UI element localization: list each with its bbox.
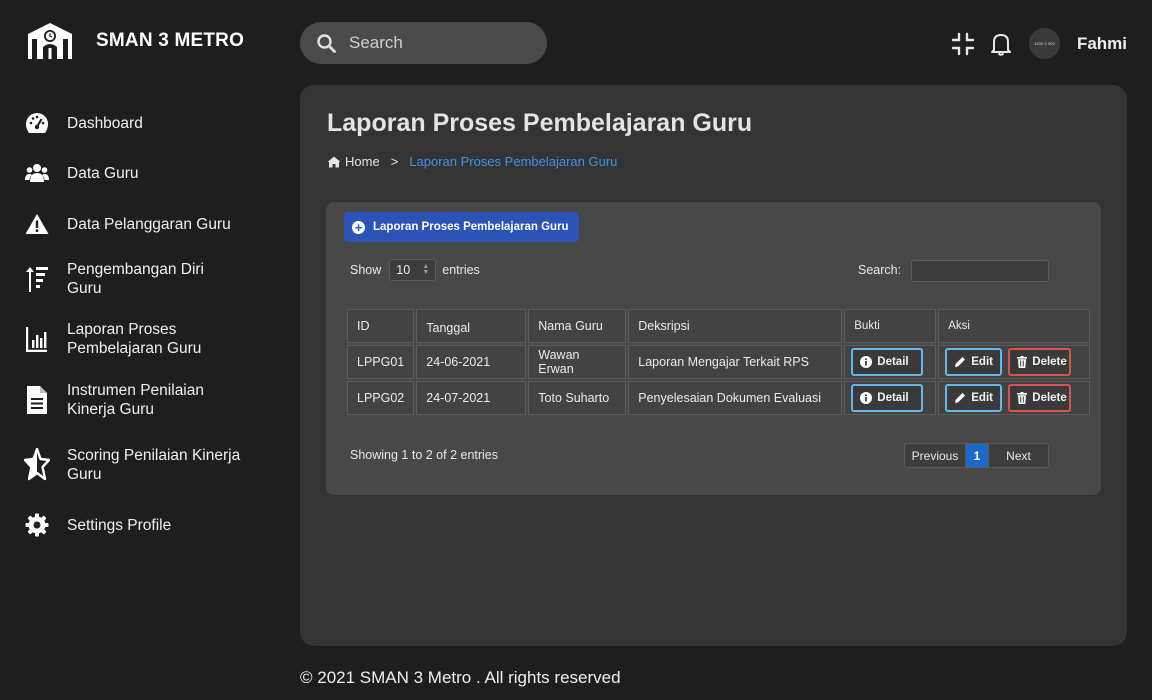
- compress-icon[interactable]: [950, 31, 976, 57]
- pagination-previous[interactable]: Previous: [905, 444, 966, 467]
- cell-nama-guru: Toto Suharto: [528, 381, 627, 415]
- brand-name: SMAN 3 METRO: [96, 30, 245, 51]
- document-icon: [24, 386, 50, 414]
- show-label: Show: [350, 263, 382, 277]
- pencil-icon: [954, 356, 966, 368]
- table-search-label: Search:: [858, 263, 902, 277]
- dashboard-gauge-icon: [24, 109, 50, 137]
- entries-label: entries: [442, 263, 480, 277]
- entries-select-value: 10: [396, 263, 411, 277]
- cell-nama-guru: Wawan Erwan: [528, 345, 627, 379]
- warning-icon: [24, 210, 50, 238]
- cell-tanggal: 24-06-2021: [416, 345, 527, 379]
- sort-amount-up-icon: [24, 265, 50, 293]
- delete-button[interactable]: Delete: [1008, 384, 1072, 412]
- entries-select[interactable]: 10 ▲ ▼: [389, 259, 437, 281]
- search-input[interactable]: Search: [300, 22, 547, 64]
- school-logo-icon: [28, 23, 72, 59]
- topbar-actions: 1200 X 900 Fahmi: [950, 28, 1127, 59]
- gear-icon: [24, 511, 50, 539]
- footer-copyright: © 2021 SMAN 3 Metro . All rights reserve…: [300, 668, 621, 687]
- users-icon: [24, 159, 50, 187]
- cell-aksi: Edit Delete: [938, 345, 1091, 379]
- username[interactable]: Fahmi: [1077, 34, 1127, 54]
- bell-icon[interactable]: [988, 31, 1014, 57]
- sidebar-item-dashboard[interactable]: Dashboard: [24, 109, 242, 137]
- cell-bukti: Detail: [844, 345, 937, 379]
- breadcrumb-current[interactable]: Laporan Proses Pembelajaran Guru: [409, 154, 617, 169]
- cell-deskripsi: Penyelesaian Dokumen Evaluasi: [628, 381, 843, 415]
- search-placeholder: Search: [349, 33, 403, 52]
- entries-length-control: Show 10 ▲ ▼ entries: [350, 259, 480, 281]
- column-header-bukti[interactable]: Bukti: [844, 309, 937, 343]
- trash-icon: [1017, 392, 1028, 404]
- avatar[interactable]: 1200 X 900: [1028, 28, 1060, 59]
- column-header-nama-guru[interactable]: Nama Guru: [528, 309, 627, 343]
- cell-tanggal: 24-07-2021: [416, 381, 527, 415]
- table-info: Showing 1 to 2 of 2 entries: [350, 448, 499, 462]
- table-row: LPPG02 24-07-2021 Toto Suharto Penyelesa…: [347, 381, 1091, 415]
- add-report-label: Laporan Proses Pembelajaran Guru: [373, 221, 569, 233]
- info-circle-icon: [860, 356, 873, 368]
- bar-chart-icon: [24, 325, 50, 353]
- sidebar-item-settings-profile[interactable]: Settings Profile: [24, 511, 242, 539]
- detail-button[interactable]: Detail: [851, 348, 924, 376]
- table-row: LPPG01 24-06-2021 Wawan Erwan Laporan Me…: [347, 345, 1091, 379]
- sidebar-item-data-guru[interactable]: Data Guru: [24, 159, 242, 187]
- edit-button[interactable]: Edit: [945, 384, 1003, 412]
- table-search-input[interactable]: [911, 260, 1049, 282]
- cell-id: LPPG01: [347, 345, 415, 379]
- plus-circle-icon: +: [352, 220, 365, 234]
- sidebar-item-pengembangan-diri-guru[interactable]: Pengembangan Diri Guru: [24, 260, 242, 298]
- breadcrumb: Home > Laporan Proses Pembelajaran Guru: [327, 154, 617, 169]
- column-header-tanggal[interactable]: Tanggal: [416, 309, 527, 343]
- report-table: ID Tanggal Nama Guru Deksripsi Bukti Aks…: [345, 307, 1092, 417]
- cell-aksi: Edit Delete: [938, 381, 1091, 415]
- page-title: Laporan Proses Pembelajaran Guru: [327, 109, 753, 137]
- detail-button[interactable]: Detail: [851, 384, 924, 412]
- column-header-id[interactable]: ID: [347, 309, 415, 343]
- pagination-next[interactable]: Next: [988, 444, 1048, 467]
- pencil-icon: [954, 392, 966, 404]
- report-card: + Laporan Proses Pembelajaran Guru Show …: [326, 202, 1101, 495]
- trash-icon: [1017, 356, 1028, 368]
- sidebar-item-instrumen-penilaian-kinerja-guru[interactable]: Instrumen Penilaian Kinerja Guru: [24, 381, 242, 419]
- info-circle-icon: [860, 392, 873, 404]
- column-header-aksi[interactable]: Aksi: [938, 309, 1091, 343]
- edit-button[interactable]: Edit: [945, 348, 1003, 376]
- home-icon: [327, 156, 341, 167]
- cell-deskripsi: Laporan Mengajar Terkait RPS: [628, 345, 843, 379]
- search-icon: [317, 33, 336, 53]
- pagination-page-1[interactable]: 1: [966, 444, 988, 467]
- brand[interactable]: SMAN 3 METRO: [26, 22, 244, 60]
- add-report-button[interactable]: + Laporan Proses Pembelajaran Guru: [344, 212, 579, 242]
- breadcrumb-separator: >: [390, 154, 399, 169]
- sidebar-item-scoring-penilaian-kinerja-guru[interactable]: Scoring Penilaian Kinerja Guru: [24, 446, 242, 484]
- sort-arrows-icon: ▲ ▼: [422, 263, 430, 276]
- star-half-icon: [24, 448, 50, 481]
- pagination: Previous 1 Next: [904, 443, 1049, 468]
- main-panel: Laporan Proses Pembelajaran Guru Home > …: [300, 85, 1127, 646]
- breadcrumb-home[interactable]: Home: [345, 154, 380, 169]
- delete-button[interactable]: Delete: [1008, 348, 1072, 376]
- cell-id: LPPG02: [347, 381, 415, 415]
- cell-bukti: Detail: [844, 381, 937, 415]
- column-header-deskripsi[interactable]: Deksripsi: [628, 309, 843, 343]
- sidebar-item-laporan-proses-pembelajaran-guru[interactable]: Laporan Proses Pembelajaran Guru: [24, 320, 242, 358]
- table-header-row: ID Tanggal Nama Guru Deksripsi Bukti Aks…: [347, 309, 1091, 343]
- sidebar-item-data-pelanggaran-guru[interactable]: Data Pelanggaran Guru: [24, 210, 242, 238]
